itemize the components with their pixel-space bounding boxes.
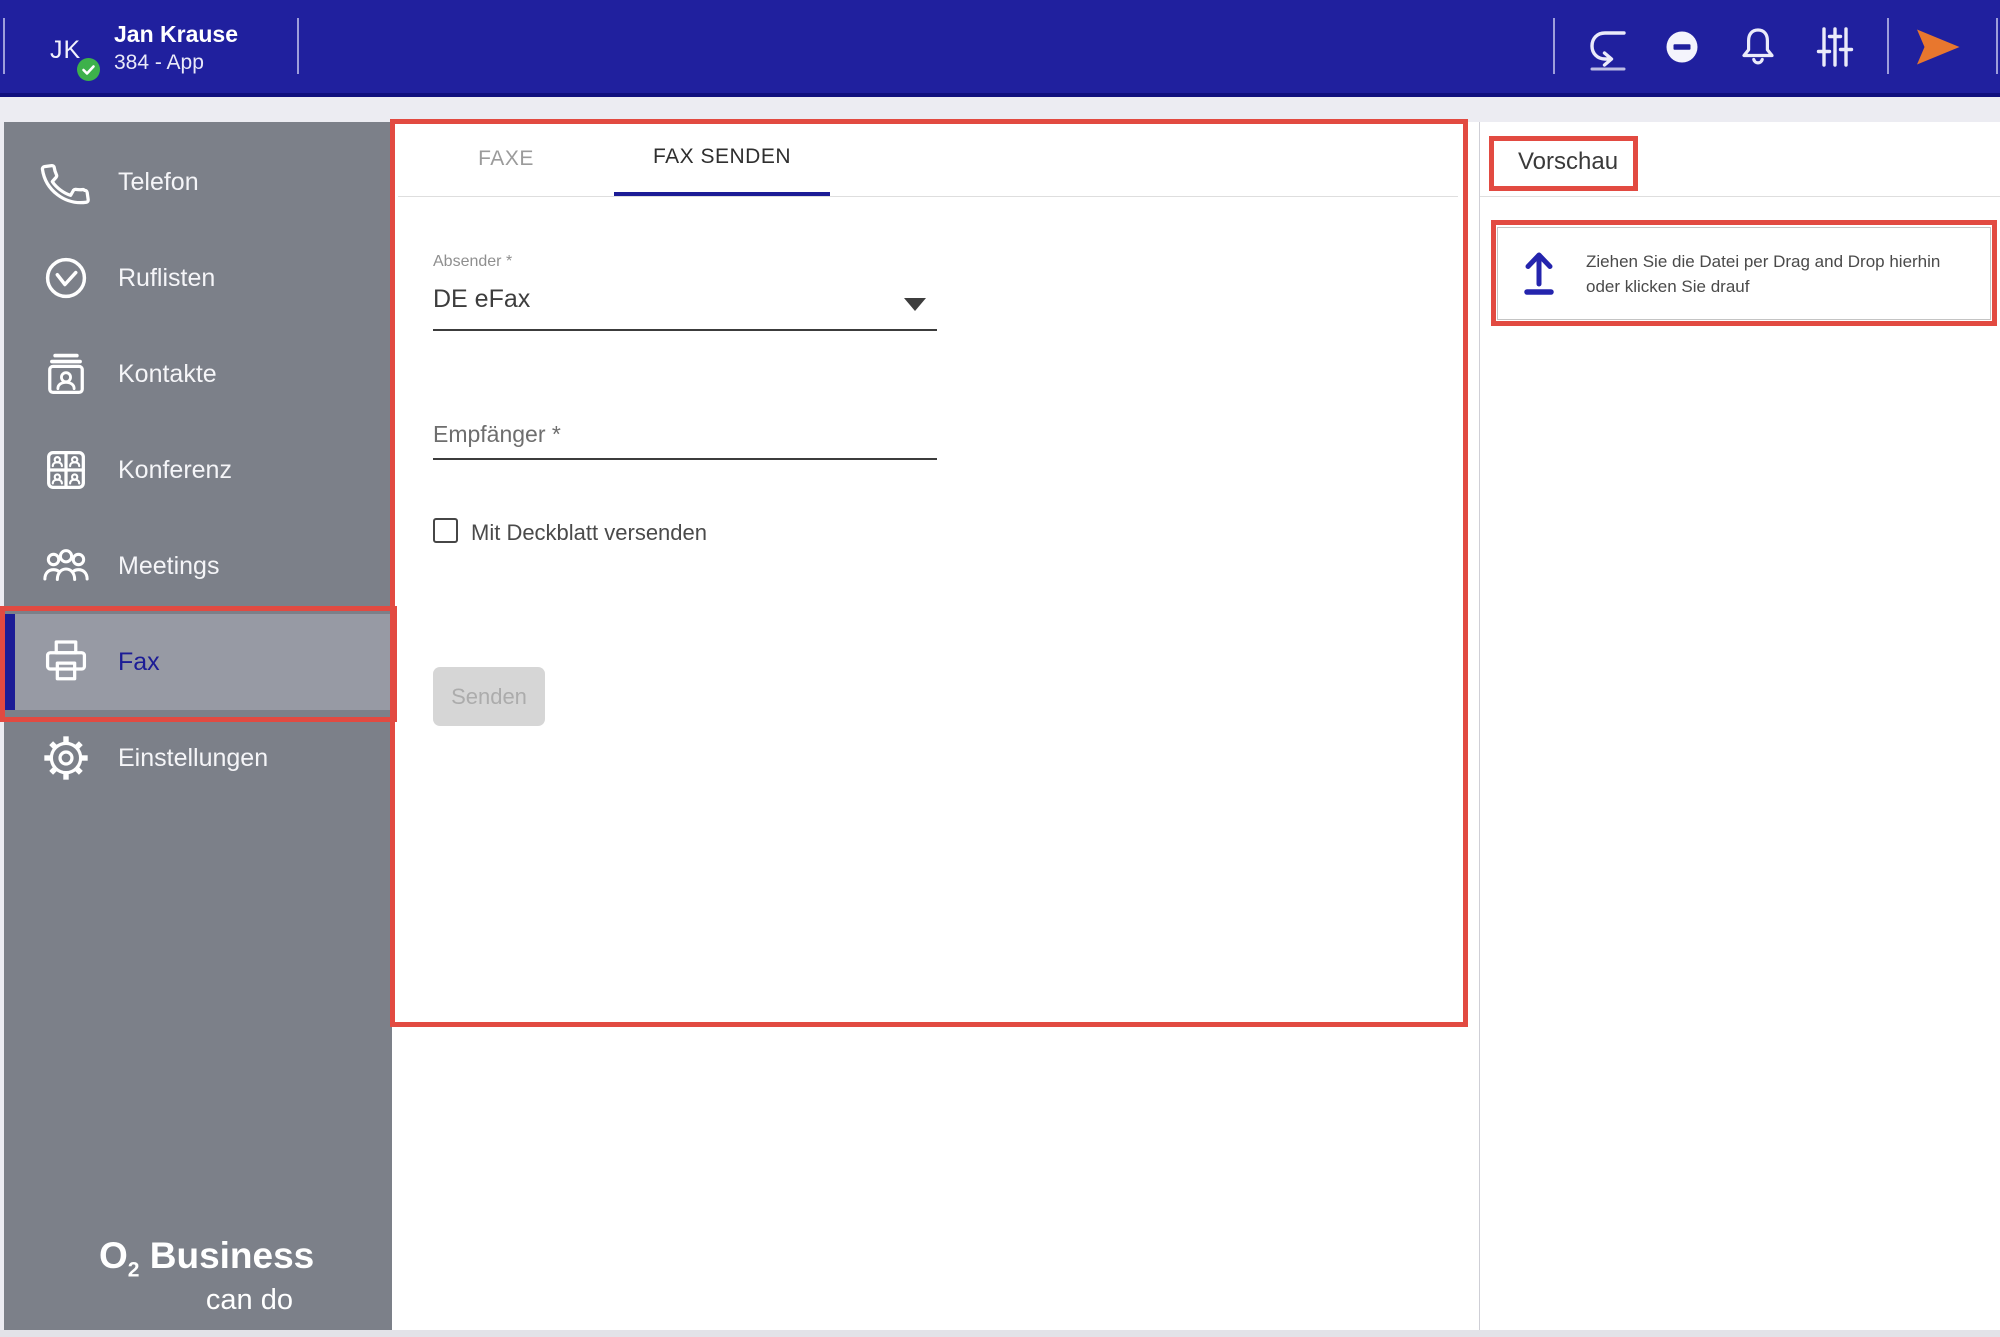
cover-page-label: Mit Deckblatt versenden <box>471 520 707 545</box>
presence-available-icon <box>77 58 100 81</box>
send-icon[interactable] <box>1914 22 1962 72</box>
preview-title: Vorschau <box>1518 148 1619 175</box>
preview-panel: Vorschau Ziehen Sie die Datei per Drag a… <box>1480 122 2000 1330</box>
sidebar-nav: Telefon Ruflisten Kontakte Konferenz Mee… <box>4 122 392 1330</box>
sidebar-item-meetings[interactable]: Meetings <box>4 518 392 614</box>
user-extension: 384 - App <box>114 51 204 74</box>
topbar-divider <box>297 18 299 74</box>
panel-divider <box>1479 122 1480 1330</box>
sidebar-item-label: Konferenz <box>118 455 232 484</box>
recipient-field[interactable]: Empfänger * <box>433 421 561 448</box>
tabs-bottom-rule <box>398 196 1458 197</box>
topbar-divider <box>3 18 5 74</box>
preview-header-rule <box>1480 196 2000 197</box>
bottom-strip <box>0 1330 2000 1337</box>
sidebar-item-label: Telefon <box>118 167 199 196</box>
meetings-icon <box>38 540 94 592</box>
fax-tabs: FAXE FAX SENDEN <box>398 122 830 196</box>
send-fax-button[interactable]: Senden <box>433 667 545 726</box>
phone-icon <box>38 156 94 208</box>
topbar: JK Jan Krause 384 - App <box>0 0 2000 97</box>
cover-page-checkbox[interactable] <box>433 518 458 543</box>
do-not-disturb-icon[interactable] <box>1658 22 1706 72</box>
call-history-icon <box>38 252 94 304</box>
notifications-icon[interactable] <box>1734 22 1782 72</box>
topbar-divider <box>1553 18 1555 74</box>
tab-faxe[interactable]: FAXE <box>398 122 614 196</box>
sidebar-item-label: Kontakte <box>118 359 217 388</box>
sidebar-item-konferenz[interactable]: Konferenz <box>4 422 392 518</box>
sidebar-item-label: Einstellungen <box>118 743 269 772</box>
sender-underline <box>433 329 937 331</box>
o2-business-logo: O2 Business can do <box>99 1235 315 1317</box>
sidebar-item-einstellungen[interactable]: Einstellungen <box>4 710 392 806</box>
chevron-down-icon[interactable] <box>904 298 926 311</box>
sender-select[interactable]: DE eFax <box>433 285 530 314</box>
logo-tagline: can do <box>205 1284 293 1317</box>
sidebar-item-label: Fax <box>118 647 160 676</box>
audio-settings-icon[interactable] <box>1811 22 1859 72</box>
sidebar-item-label: Ruflisten <box>118 263 216 292</box>
settings-icon <box>38 732 94 784</box>
topbar-divider <box>1996 18 1998 74</box>
sidebar-item-ruflisten[interactable]: Ruflisten <box>4 230 392 326</box>
fax-panel: FAXE FAX SENDEN Absender * DE eFax Empfä… <box>392 122 1479 1330</box>
logo-brand: O2 Business <box>99 1235 315 1282</box>
file-dropzone[interactable]: Ziehen Sie die Datei per Drag and Drop h… <box>1497 227 1991 320</box>
user-profile-chip[interactable]: JK Jan Krause 384 - App <box>40 14 290 84</box>
dropzone-text: Ziehen Sie die Datei per Drag and Drop h… <box>1586 251 1941 296</box>
conference-icon <box>38 444 94 496</box>
sidebar-item-label: Meetings <box>118 551 220 580</box>
tab-fax-senden[interactable]: FAX SENDEN <box>614 122 830 196</box>
fax-icon <box>38 636 94 688</box>
user-name: Jan Krause <box>114 21 239 47</box>
contacts-icon <box>38 348 94 400</box>
call-pull-icon[interactable] <box>1584 22 1632 72</box>
app-window: JK Jan Krause 384 - App Telefon Rufliste… <box>0 0 2000 1337</box>
sender-label: Absender * <box>433 253 513 270</box>
recipient-underline <box>433 458 937 460</box>
sidebar-item-kontakte[interactable]: Kontakte <box>4 326 392 422</box>
topbar-divider <box>1887 18 1889 74</box>
upload-icon <box>1520 246 1558 301</box>
sidebar-item-fax[interactable]: Fax <box>4 614 392 710</box>
sidebar-item-telefon[interactable]: Telefon <box>4 134 392 230</box>
